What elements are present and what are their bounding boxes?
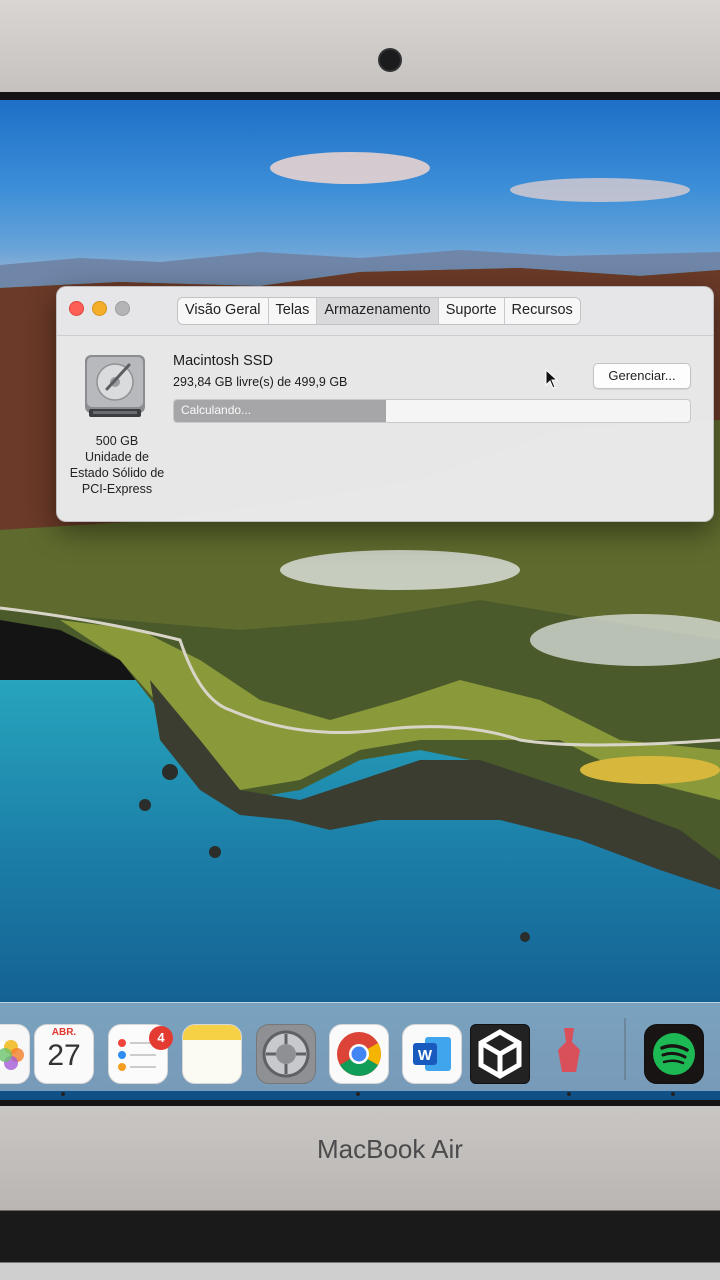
disk-capacity: 500 GB [95,434,139,448]
tab-support[interactable]: Suporte [439,298,505,324]
tab-overview[interactable]: Visão Geral [178,298,269,324]
vector-app-icon[interactable] [540,1024,598,1082]
running-indicator [567,1092,571,1096]
photos-icon[interactable] [0,1024,30,1084]
disk-type-line1: Unidade de [85,450,149,464]
tab-resources[interactable]: Recursos [505,298,580,324]
wallpaper-landscape [0,152,720,942]
storage-bar-label: Calculando... [181,403,252,417]
calendar-month: ABR. [51,1027,77,1038]
laptop-bottom-bezel [0,1106,720,1280]
disk-name: Macintosh SSD [173,353,273,369]
tab-displays[interactable]: Telas [269,298,318,324]
camera-icon [378,48,402,72]
system-preferences-icon[interactable] [256,1024,316,1084]
running-indicator [61,1092,65,1096]
storage-usage-bar: Calculando... [173,399,691,423]
reminders-badge: 4 [149,1026,173,1050]
calendar-icon[interactable]: ABR. 27 [34,1024,94,1084]
zoom-window-button[interactable] [115,301,130,316]
word-icon[interactable]: W [402,1024,462,1084]
about-this-mac-window[interactable]: Visão Geral Telas Armazenamento Suporte … [56,286,714,522]
minimize-window-button[interactable] [92,301,107,316]
tab-bar: Visão Geral Telas Armazenamento Suporte … [177,297,581,325]
chrome-icon[interactable] [329,1024,389,1084]
disk-type-line3: PCI-Express [81,482,153,496]
svg-text:W: W [418,1047,433,1064]
calendar-day: 27 [47,1039,81,1072]
running-indicator [671,1092,675,1096]
desktop-wallpaper [0,100,720,1100]
mouse-cursor-icon [545,369,559,389]
hard-drive-icon [85,355,145,417]
manage-button[interactable]: Gerenciar... [593,363,691,389]
unity-icon[interactable] [470,1024,530,1084]
close-window-button[interactable] [69,301,84,316]
dock-divider [624,1018,626,1080]
notes-icon[interactable] [182,1024,242,1084]
tab-storage[interactable]: Armazenamento [317,298,439,324]
laptop-top-bezel [0,0,720,100]
laptop-brand-label: MacBook Air [317,1134,463,1164]
disk-free-space: 293,84 GB livre(s) de 499,9 GB [173,375,348,389]
running-indicator [356,1092,360,1096]
spotify-icon[interactable] [644,1024,704,1084]
disk-type-line2: Estado Sólido de [69,466,165,480]
window-titlebar[interactable]: Visão Geral Telas Armazenamento Suporte … [57,287,713,336]
disk-description: 500 GB Unidade de Estado Sólido de PCI-E… [57,433,177,497]
